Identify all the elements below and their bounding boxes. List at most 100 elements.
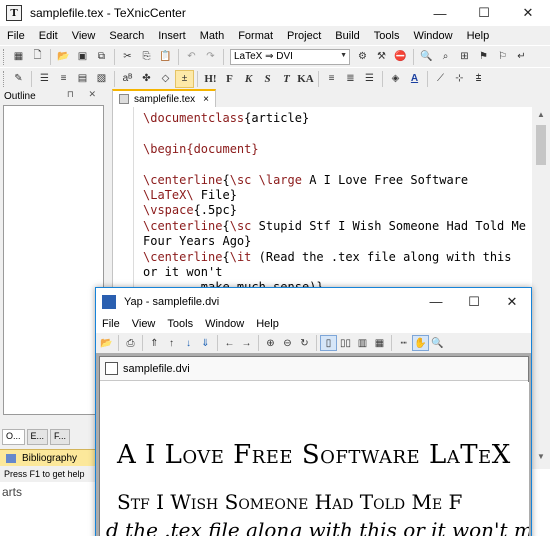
tab-samplefile[interactable]: samplefile.tex × [112, 89, 216, 107]
math-mode-icon[interactable]: ± [175, 69, 194, 88]
math-tool-icon[interactable]: ⟋ [431, 70, 450, 88]
itemize-icon[interactable]: ☰ [35, 70, 54, 88]
build-icon[interactable]: ⚙ [353, 48, 372, 66]
yap-title-bar[interactable]: Yap - samplefile.dvi — ☐ ✕ [96, 288, 531, 315]
yap-menu-tools[interactable]: Tools [161, 318, 199, 330]
scroll-up-icon[interactable]: ▲ [532, 107, 550, 123]
zoom-out-icon[interactable]: ⊖ [279, 335, 296, 351]
tab-outline[interactable]: O... [2, 429, 25, 445]
prev-page-icon[interactable]: ↑ [163, 335, 180, 351]
math-tool2-icon[interactable]: ⊹ [450, 70, 469, 88]
menu-search[interactable]: Search [102, 30, 151, 42]
align-right-icon[interactable]: ☰ [360, 70, 379, 88]
menu-edit[interactable]: Edit [32, 30, 65, 42]
small-caps-button[interactable]: KA [296, 70, 315, 88]
menu-file[interactable]: File [0, 30, 32, 42]
toolbar-grip[interactable] [3, 70, 6, 87]
outline-header-buttons[interactable]: ⊓ ✕ [67, 89, 102, 100]
find-files-icon[interactable]: ⊞ [455, 48, 474, 66]
enumerate-icon[interactable]: ≡ [54, 70, 73, 88]
search-icon[interactable]: ⌕ [436, 48, 455, 66]
dvi-page[interactable]: A I Love Free Software LaTeX Stf I Wish … [101, 382, 529, 536]
undo-icon[interactable]: ↶ [182, 48, 201, 66]
wrap-icon[interactable]: ↵ [512, 48, 531, 66]
yap-menu-help[interactable]: Help [250, 318, 285, 330]
continuous-double-icon[interactable]: ▦ [371, 335, 388, 351]
dvi-document-title-bar[interactable]: samplefile.dvi [100, 357, 528, 381]
maximize-button[interactable]: ☐ [462, 0, 506, 26]
next-page-icon[interactable]: ↓ [180, 335, 197, 351]
scroll-down-icon[interactable]: ▼ [532, 449, 550, 465]
save-icon[interactable]: ▣ [73, 48, 92, 66]
yap-close-button[interactable]: ✕ [493, 288, 531, 315]
title-bar[interactable]: T samplefile.tex - TeXnicCenter — ☐ ✕ [0, 0, 550, 26]
yap-minimize-button[interactable]: — [417, 288, 455, 315]
magnifier-icon[interactable]: 🔍 [429, 335, 446, 351]
open-icon[interactable]: 📂 [98, 335, 115, 351]
insert-reference-icon[interactable]: ✎ [9, 70, 28, 88]
heading-button[interactable]: H! [201, 70, 220, 88]
redo-icon[interactable]: ↷ [201, 48, 220, 66]
print-icon[interactable]: ⎙ [122, 335, 139, 351]
toolbar-grip[interactable] [3, 48, 6, 65]
typewriter-button[interactable]: T [277, 70, 296, 88]
new-project-icon[interactable]: ▦ [9, 48, 28, 66]
slanted-button[interactable]: S [258, 70, 277, 88]
build-all-icon[interactable]: ⚒ [372, 48, 391, 66]
tab-environments[interactable]: E... [26, 429, 49, 445]
stop-build-icon[interactable]: ⛔ [391, 48, 410, 66]
next-bookmark-icon[interactable]: ⚐ [493, 48, 512, 66]
menu-tools[interactable]: Tools [367, 30, 407, 42]
open-icon[interactable]: 📂 [54, 48, 73, 66]
formula-icon[interactable]: ◇ [156, 70, 175, 88]
menu-build[interactable]: Build [328, 30, 366, 42]
symbol-icon[interactable]: ✤ [137, 70, 156, 88]
italic-button[interactable]: K [239, 70, 258, 88]
last-page-icon[interactable]: ⇓ [197, 335, 214, 351]
bold-button[interactable]: F [220, 70, 239, 88]
fill-color-icon[interactable]: ◈ [386, 70, 405, 88]
figure-icon[interactable]: ▧ [92, 70, 111, 88]
scroll-thumb[interactable] [536, 125, 546, 165]
menu-view[interactable]: View [65, 30, 103, 42]
menu-format[interactable]: Format [231, 30, 280, 42]
continuous-icon[interactable]: ▥ [354, 335, 371, 351]
cut-icon[interactable]: ✂ [118, 48, 137, 66]
editor-scrollbar[interactable]: ▲ ▼ [532, 107, 550, 465]
close-button[interactable]: ✕ [506, 0, 550, 26]
align-center-icon[interactable]: ≣ [341, 70, 360, 88]
menu-help[interactable]: Help [460, 30, 497, 42]
menu-window[interactable]: Window [406, 30, 459, 42]
outline-tree[interactable] [3, 105, 104, 415]
paste-icon[interactable]: 📋 [156, 48, 175, 66]
hand-tool-icon[interactable]: ✋ [412, 335, 429, 351]
yap-menu-window[interactable]: Window [199, 318, 250, 330]
yap-maximize-button[interactable]: ☐ [455, 288, 493, 315]
tab-files[interactable]: F... [50, 429, 71, 445]
math-tool3-icon[interactable]: ⩲ [469, 70, 488, 88]
font-color-icon[interactable]: A [405, 70, 424, 88]
ruler-icon[interactable]: ┉ [395, 335, 412, 351]
refresh-icon[interactable]: ↻ [296, 335, 313, 351]
close-tab-icon[interactable]: × [203, 94, 209, 105]
copy-icon[interactable]: ⎘ [137, 48, 156, 66]
view-output-icon[interactable]: 🔍 [417, 48, 436, 66]
bookmark-icon[interactable]: ⚑ [474, 48, 493, 66]
align-left-icon[interactable]: ≡ [322, 70, 341, 88]
minimize-button[interactable]: — [418, 0, 462, 26]
table-icon[interactable]: ▤ [73, 70, 92, 88]
forward-icon[interactable]: → [238, 335, 255, 351]
superscript-icon[interactable]: aᴮ [118, 70, 137, 88]
menu-project[interactable]: Project [280, 30, 328, 42]
menu-insert[interactable]: Insert [151, 30, 193, 42]
yap-menu-file[interactable]: File [96, 318, 126, 330]
first-page-icon[interactable]: ⇑ [146, 335, 163, 351]
menu-math[interactable]: Math [193, 30, 231, 42]
yap-menu-view[interactable]: View [126, 318, 162, 330]
back-icon[interactable]: ← [221, 335, 238, 351]
save-all-icon[interactable]: ⧉ [92, 48, 111, 66]
double-page-icon[interactable]: ▯▯ [337, 335, 354, 351]
bibliography-tab[interactable]: Bibliography [0, 449, 106, 466]
output-profile-select[interactable]: LaTeX ⇒ DVI ▼ [230, 48, 350, 65]
zoom-in-icon[interactable]: ⊕ [262, 335, 279, 351]
